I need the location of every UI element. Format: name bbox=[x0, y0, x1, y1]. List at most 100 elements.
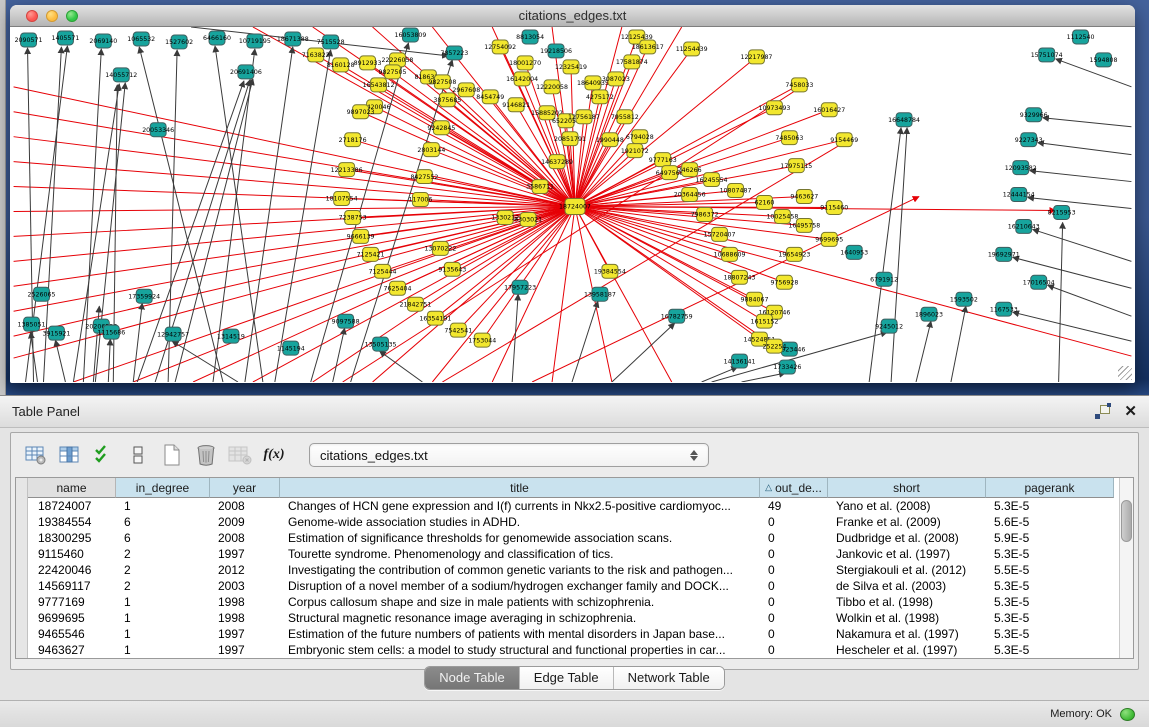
graph-node[interactable]: 10025458 bbox=[766, 209, 798, 223]
graph-node[interactable]: 16210643 bbox=[1008, 219, 1040, 233]
graph-node[interactable]: 16245554 bbox=[696, 173, 728, 187]
graph-node[interactable]: 1527602 bbox=[165, 35, 193, 49]
graph-node[interactable]: 9329966 bbox=[1020, 108, 1048, 122]
graph-node[interactable]: 7238753 bbox=[339, 210, 367, 224]
graph-node[interactable]: 19218506 bbox=[540, 44, 572, 58]
graph-node[interactable]: 1990448 bbox=[596, 133, 624, 147]
graph-node[interactable]: 7515528 bbox=[317, 35, 345, 49]
table-row[interactable]: 2242004622012Investigating the contribut… bbox=[28, 562, 1119, 578]
network-svg[interactable]: 2090571 1405571 2069140 1065532 1527602 64661… bbox=[11, 27, 1134, 382]
graph-node[interactable]: 12217987 bbox=[741, 50, 773, 64]
column-header-name[interactable]: name bbox=[28, 478, 116, 498]
graph-node[interactable]: 12754092 bbox=[484, 40, 516, 54]
column-header-short[interactable]: short bbox=[828, 478, 986, 498]
graph-node[interactable]: 8427552 bbox=[410, 170, 438, 184]
graph-node[interactable]: 13505135 bbox=[365, 337, 397, 351]
graph-node[interactable]: 20364456 bbox=[674, 188, 706, 202]
graph-node[interactable]: 1065532 bbox=[127, 32, 155, 46]
graph-node[interactable]: 13958187 bbox=[584, 287, 616, 301]
graph-node[interactable]: 1753044 bbox=[468, 333, 496, 347]
graph-node[interactable]: 9756928 bbox=[770, 275, 798, 289]
graph-node[interactable]: 8454749 bbox=[476, 90, 504, 104]
column-header-title[interactable]: title bbox=[280, 478, 760, 498]
graph-node[interactable]: 17975115 bbox=[780, 159, 812, 173]
table-row[interactable]: 977716911998Corpus callosum shape and si… bbox=[28, 594, 1119, 610]
graph-node[interactable]: 9245012 bbox=[875, 319, 903, 333]
table-row[interactable]: 911546021997Tourette syndrome. Phenomeno… bbox=[28, 546, 1119, 562]
graph-node[interactable]: 18001270 bbox=[509, 56, 541, 70]
table-row[interactable]: 1456911722003Disruption of a novel membe… bbox=[28, 578, 1119, 594]
graph-node[interactable]: 2069140 bbox=[89, 34, 117, 48]
graph-node[interactable]: 11254439 bbox=[676, 42, 708, 56]
graph-node[interactable]: 2090571 bbox=[15, 33, 43, 47]
graph-node[interactable]: 7485063 bbox=[775, 131, 803, 145]
graph-node[interactable]: 8215953 bbox=[1048, 205, 1076, 219]
delete-table-icon[interactable] bbox=[193, 443, 219, 467]
graph-node[interactable]: 16142004 bbox=[506, 72, 538, 86]
graph-node[interactable]: 20691406 bbox=[230, 65, 262, 79]
graph-node[interactable]: 16016427 bbox=[813, 103, 845, 117]
graph-node[interactable]: 10719195 bbox=[239, 34, 271, 48]
graph-node[interactable]: 10807487 bbox=[720, 184, 752, 198]
graph-node[interactable]: 16354191 bbox=[419, 311, 451, 325]
table-selector-dropdown[interactable]: citations_edges.txt bbox=[309, 443, 709, 467]
table-row[interactable]: 1872400712008Changes of HCN gene express… bbox=[28, 498, 1119, 514]
resize-grip-icon[interactable] bbox=[1118, 366, 1132, 380]
graph-node[interactable]: 19384554 bbox=[594, 264, 626, 278]
graph-node[interactable]: 6466160 bbox=[203, 31, 231, 45]
graph-node[interactable]: 19654923 bbox=[778, 247, 810, 261]
graph-node[interactable]: 12093582 bbox=[1005, 161, 1037, 175]
select-columns-icon[interactable] bbox=[57, 443, 83, 467]
graph-node[interactable]: 14136141 bbox=[724, 354, 756, 368]
graph-node[interactable]: 13070222 bbox=[424, 241, 456, 255]
tab-edge-table[interactable]: Edge Table bbox=[520, 667, 614, 689]
graph-node[interactable]: 18107554 bbox=[326, 192, 358, 206]
graph-node[interactable]: 17359924 bbox=[128, 289, 160, 303]
import-table-icon[interactable] bbox=[227, 443, 253, 467]
table-row[interactable]: 969969511998Structural magnetic resonanc… bbox=[28, 610, 1119, 626]
graph-node[interactable]: 7542541 bbox=[444, 323, 472, 337]
rows-icon[interactable] bbox=[125, 443, 151, 467]
graph-node[interactable]: 16782759 bbox=[661, 309, 693, 323]
graph-node[interactable]: 19692971 bbox=[988, 247, 1020, 261]
close-panel-icon[interactable]: ✕ bbox=[1124, 404, 1137, 419]
graph-node[interactable]: 17957223 bbox=[504, 280, 536, 294]
tab-node-table[interactable]: Node Table bbox=[425, 667, 520, 689]
graph-node[interactable]: 1594808 bbox=[1090, 53, 1118, 67]
column-header-out_de[interactable]: △out_de... bbox=[760, 478, 828, 498]
column-header-year[interactable]: year bbox=[210, 478, 280, 498]
vertical-scrollbar[interactable] bbox=[1119, 478, 1133, 658]
select-all-rows-icon[interactable] bbox=[91, 443, 117, 467]
graph-node[interactable]: 1921072 bbox=[621, 144, 649, 158]
graph-node[interactable]: 6791912 bbox=[870, 272, 898, 286]
graph-node[interactable]: 16053809 bbox=[395, 28, 427, 42]
function-builder-icon[interactable]: f(x) bbox=[261, 443, 287, 467]
table-row[interactable]: 1938455462009Genome-wide association stu… bbox=[28, 514, 1119, 530]
table-row[interactable]: 946362711997Embryonic stem cells: a mode… bbox=[28, 642, 1119, 658]
graph-node[interactable]: 15720407 bbox=[704, 227, 736, 241]
graph-node[interactable]: 1167533 bbox=[990, 302, 1018, 316]
graph-node[interactable]: 14055712 bbox=[105, 68, 137, 82]
table-row[interactable]: 1830029562008Estimation of significance … bbox=[28, 530, 1119, 546]
network-window-titlebar[interactable]: citations_edges.txt bbox=[10, 5, 1135, 27]
modify-table-icon[interactable] bbox=[23, 443, 49, 467]
graph-node[interactable]: 1593502 bbox=[950, 292, 978, 306]
graph-node[interactable]: 1640953 bbox=[840, 245, 868, 259]
column-header-in_degree[interactable]: in_degree bbox=[116, 478, 210, 498]
graph-node[interactable]: 7857223 bbox=[440, 46, 468, 60]
graph-node[interactable]: 16648784 bbox=[888, 113, 920, 127]
float-panel-icon[interactable] bbox=[1095, 405, 1110, 419]
graph-node[interactable]: 9463627 bbox=[790, 190, 818, 204]
graph-node[interactable]: 10973493 bbox=[758, 101, 790, 115]
graph-node[interactable]: 1405571 bbox=[51, 31, 79, 45]
graph-node[interactable]: 9227343 bbox=[1015, 133, 1043, 147]
graph-node[interactable]: 10688609 bbox=[714, 247, 746, 261]
graph-node[interactable]: 7125444 bbox=[369, 264, 397, 278]
graph-node[interactable]: 1314519 bbox=[217, 329, 245, 343]
graph-node[interactable]: 7163822 bbox=[302, 48, 330, 62]
new-table-icon[interactable] bbox=[159, 443, 185, 467]
graph-node[interactable]: 12325419 bbox=[555, 60, 587, 74]
table-row[interactable]: 946554611997Estimation of the future num… bbox=[28, 626, 1119, 642]
graph-node[interactable]: 9154469 bbox=[830, 133, 858, 147]
graph-node[interactable]: 8160128 bbox=[327, 58, 355, 72]
